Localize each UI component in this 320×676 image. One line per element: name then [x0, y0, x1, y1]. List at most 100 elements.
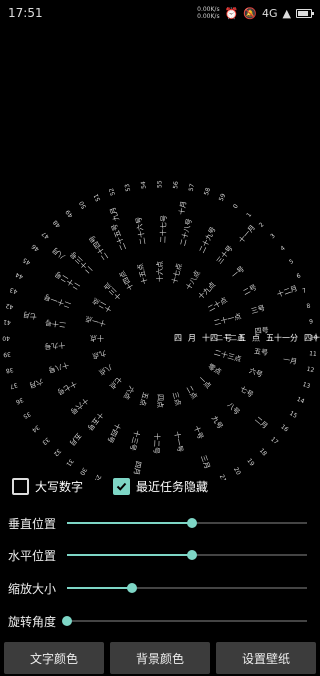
minute-ring-label: 35: [22, 410, 32, 420]
vertical-position-slider[interactable]: [67, 518, 307, 528]
vertical-position-thumb[interactable]: [186, 518, 197, 528]
minute-ring-label: 51: [93, 192, 103, 202]
minute-ring-label: 13: [302, 381, 312, 390]
day-ring-label: 十五号: [85, 410, 105, 432]
mute-icon: 🔕: [243, 6, 257, 20]
scale-row: 缩放大小: [8, 578, 308, 598]
month-ring-label: 十二月: [276, 283, 299, 299]
action-buttons: 文字颜色 背景颜色 设置壁纸: [4, 642, 316, 674]
rotation-thumb[interactable]: [62, 616, 72, 626]
minute-ring-label: 16: [279, 423, 289, 433]
hour-ring-label: 零点: [206, 363, 222, 377]
hour-ring-label: 二十点: [206, 295, 229, 313]
hide-recent-checkbox[interactable]: [113, 478, 131, 495]
hour-ring-label: 十五点: [135, 263, 149, 286]
day-ring-label: 二十八号: [178, 217, 194, 246]
background-color-button[interactable]: 背景颜色: [110, 642, 210, 674]
minute-ring-label: 49: [64, 208, 74, 218]
clock-preview: 零点 一点 二点 三点 四点 五点 六点 七点 八点 九点 十点 十一点 十二点 十三点 十四点 十五点 十六点…: [0, 150, 320, 480]
uppercase-numbers-option[interactable]: 大写数字: [12, 478, 83, 495]
text-color-button[interactable]: 文字颜色: [4, 642, 104, 674]
hide-recent-option[interactable]: 最近任务隐藏: [113, 478, 208, 495]
minute-ring-label: 14: [296, 396, 306, 406]
scale-slider[interactable]: [67, 583, 307, 593]
scale-thumb[interactable]: [126, 583, 137, 593]
minute-ring-label: 39: [3, 350, 12, 358]
month-ring-label: 五月: [68, 431, 83, 447]
day-ring-label: 五号: [254, 347, 269, 357]
minute-ring-label: 1: [245, 211, 253, 218]
month-ring-label: 七月: [22, 310, 37, 321]
hour-ring-label: 十六点: [155, 261, 164, 282]
minute-ring-label: 48: [52, 218, 62, 228]
horizontal-position-row: 水平位置: [8, 545, 308, 565]
day-ring-label: 十号: [192, 424, 206, 440]
minute-ring-label: 52: [108, 187, 117, 197]
minute-ring-label: 11: [309, 350, 318, 358]
rotating-clock: 零点一点二点三点四点五点六点七点八点九点十点十一点十二点十三点十四点 十五点 十六点…: [2, 180, 320, 480]
minute-ring-label: 0: [232, 203, 240, 210]
minute-ring-label: 44: [14, 271, 24, 281]
minute-ring-label: 5: [288, 258, 295, 266]
hour-ring-label: 二点: [185, 384, 199, 400]
minute-ring-label: 37: [9, 381, 19, 390]
current-time-readout: 号: [224, 334, 232, 343]
day-ring-label: 十四号: [106, 422, 123, 445]
alarm-icon: ⏰: [224, 6, 239, 20]
day-ring-label: 一号: [230, 265, 246, 280]
minute-ring-label: 46: [30, 242, 40, 252]
day-ring-label: 十一号: [173, 431, 186, 453]
minute-ring-label: 6: [296, 272, 303, 280]
set-wallpaper-button[interactable]: 设置壁纸: [216, 642, 316, 674]
horizontal-position-thumb[interactable]: [186, 550, 197, 560]
day-ring-label: 二十三号: [68, 250, 94, 276]
rotation-row: 旋转角度: [8, 611, 308, 631]
day-ring-label: 十七号: [56, 379, 79, 397]
current-time-readout: 四十四秒: [304, 333, 320, 343]
month-ring-label: 八月: [51, 246, 67, 261]
month-ring-label: 三月: [199, 454, 211, 470]
hour-ring-label: 十八点: [184, 269, 202, 292]
minute-ring-label: 9: [309, 318, 314, 325]
day-ring-label: 十三号: [128, 429, 142, 452]
day-ring-label: 三号: [250, 304, 266, 316]
hour-ring-label: 四点: [156, 394, 164, 408]
minute-ring-label: 58: [203, 187, 212, 197]
hour-ring-label: 六点: [122, 384, 137, 401]
day-ring-label: 二号: [242, 283, 258, 297]
current-time-readout: 四: [174, 334, 182, 343]
day-ring-label: 八号: [226, 401, 242, 416]
minute-ring-label: 41: [3, 318, 12, 326]
vertical-position-label: 垂直位置: [8, 516, 57, 531]
minute-ring-label: 7: [302, 287, 308, 295]
status-icons: 0.00K/s 0.00K/s ⏰ 🔕 4G ▲: [197, 6, 314, 20]
minute-ring-label: 33: [40, 436, 50, 446]
status-bar: 17:51 0.00K/s 0.00K/s ⏰ 🔕 4G ▲: [0, 0, 320, 26]
day-ring-label: 六号: [248, 366, 264, 379]
minute-ring-label: 47: [40, 230, 50, 240]
current-time-readout: 五十一分: [266, 333, 298, 343]
network-type: 4G: [262, 6, 278, 20]
network-speed: 0.00K/s 0.00K/s: [197, 6, 219, 20]
month-ring-label: 二月: [253, 415, 269, 430]
hour-ring-label: 十一点: [84, 314, 107, 328]
check-icon: [116, 482, 127, 491]
minute-ring-label: 17: [269, 436, 279, 446]
day-ring-label: 九号: [210, 414, 225, 431]
horizontal-position-slider[interactable]: [67, 550, 307, 560]
day-ring-label: 二十六号: [134, 216, 148, 245]
rotation-slider[interactable]: [62, 616, 307, 626]
day-ring-label: 二十九号: [197, 225, 217, 254]
status-time: 17:51: [8, 6, 43, 20]
minute-ring-label: 40: [2, 335, 10, 342]
day-ring-label: 二十四号: [87, 234, 110, 262]
hour-ring-label: 九点: [91, 349, 107, 361]
uppercase-numbers-checkbox[interactable]: [12, 478, 29, 495]
day-ring-label: 十二号: [152, 433, 162, 454]
uppercase-numbers-label: 大写数字: [35, 480, 84, 494]
minute-ring-label: 53: [124, 183, 132, 192]
hour-ring-label: 二十一点: [213, 311, 242, 327]
day-ring-label: 二十一号: [43, 292, 72, 310]
signal-icon: ▲: [282, 6, 291, 20]
current-time-readout: 月: [188, 334, 196, 343]
